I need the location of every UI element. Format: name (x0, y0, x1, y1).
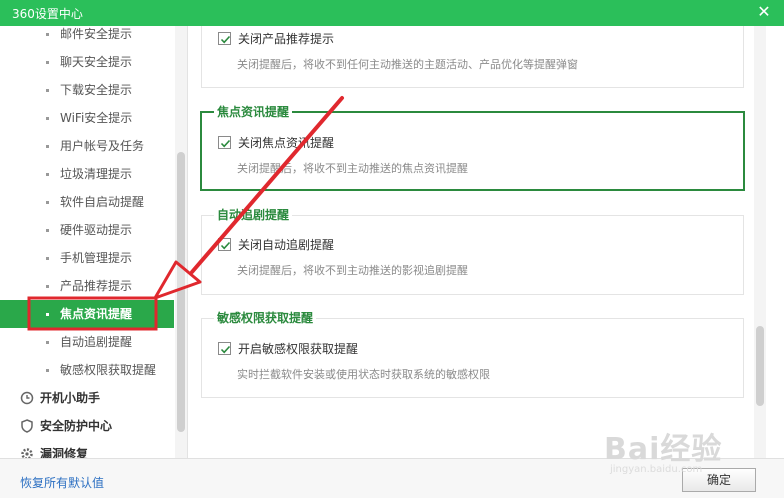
bullet-icon (46, 145, 49, 148)
sidebar-item-chat-safety[interactable]: 聊天安全提示 (0, 48, 174, 76)
check-icon (220, 35, 231, 44)
bullet-icon (46, 341, 49, 344)
sidebar: 邮件安全提示 聊天安全提示 下载安全提示 WiFi安全提示 用户帐号及任务 垃圾… (0, 26, 188, 458)
group-legend: 敏感权限获取提醒 (214, 310, 317, 326)
group-legend: 自动追剧提醒 (214, 207, 293, 223)
sidebar-item-mail-safety[interactable]: 邮件安全提示 (0, 26, 174, 48)
sidebar-item-autostart[interactable]: 软件自启动提醒 (0, 188, 174, 216)
close-icon[interactable]: ✕ (754, 2, 774, 22)
group-description: 关闭提醒后，将收不到主动推送的影视追剧提醒 (237, 264, 468, 277)
bullet-icon (46, 285, 49, 288)
group-description: 关闭提醒后，将收不到主动推送的焦点资讯提醒 (237, 162, 468, 175)
group-product-recommend: 关闭产品推荐提示 关闭提醒后，将收不到任何主动推送的主题活动、产品优化等提醒弹窗 (201, 26, 744, 88)
bullet-icon (46, 201, 49, 204)
shield-icon (21, 419, 33, 433)
sidebar-section-boot-assistant[interactable]: 开机小助手 (0, 384, 174, 412)
bullet-icon (46, 313, 49, 316)
check-icon (220, 139, 231, 148)
sidebar-section-security-center[interactable]: 安全防护中心 (0, 412, 174, 440)
bullet-icon (46, 173, 49, 176)
group-description: 实时拦截软件安装或使用状态时获取系统的敏感权限 (237, 368, 490, 381)
group-description: 关闭提醒后，将收不到任何主动推送的主题活动、产品优化等提醒弹窗 (237, 58, 578, 71)
settings-content: 关闭产品推荐提示 关闭提醒后，将收不到任何主动推送的主题活动、产品优化等提醒弹窗… (189, 26, 784, 458)
checkbox-box[interactable] (218, 238, 231, 251)
checkbox-box[interactable] (218, 136, 231, 149)
sidebar-item-phone-manage[interactable]: 手机管理提示 (0, 244, 174, 272)
title-bar: 360设置中心 ✕ (0, 0, 784, 26)
sidebar-item-sensitive-permission[interactable]: 敏感权限获取提醒 (0, 356, 174, 384)
watermark-brand: Bai经验 (604, 432, 723, 467)
bullet-icon (46, 229, 49, 232)
group-sensitive-permission: 敏感权限获取提醒 开启敏感权限获取提醒 实时拦截软件安装或使用状态时获取系统的敏… (201, 310, 744, 398)
content-scrollbar-thumb[interactable] (756, 326, 764, 406)
gear-icon (21, 448, 33, 458)
sidebar-item-auto-drama[interactable]: 自动追剧提醒 (0, 328, 174, 356)
sidebar-item-download-safety[interactable]: 下载安全提示 (0, 76, 174, 104)
bullet-icon (46, 89, 49, 92)
group-auto-drama: 自动追剧提醒 关闭自动追剧提醒 关闭提醒后，将收不到主动推送的影视追剧提醒 (201, 207, 744, 295)
sidebar-item-wifi-safety[interactable]: WiFi安全提示 (0, 104, 174, 132)
bullet-icon (46, 369, 49, 372)
sidebar-item-junk-clean[interactable]: 垃圾清理提示 (0, 160, 174, 188)
sidebar-section-vuln-repair[interactable]: 漏洞修复 (0, 440, 174, 458)
sidebar-item-product-recommend[interactable]: 产品推荐提示 (0, 272, 174, 300)
group-focus-news: 焦点资讯提醒 关闭焦点资讯提醒 关闭提醒后，将收不到主动推送的焦点资讯提醒 (200, 104, 745, 191)
clock-icon (20, 391, 34, 405)
bullet-icon (46, 117, 49, 120)
bullet-icon (46, 33, 49, 36)
window-title: 360设置中心 (12, 7, 83, 21)
sidebar-item-hardware-driver[interactable]: 硬件驱动提示 (0, 216, 174, 244)
bullet-icon (46, 61, 49, 64)
bullet-icon (46, 257, 49, 260)
sidebar-scrollbar-thumb[interactable] (177, 152, 185, 432)
restore-defaults-link[interactable]: 恢复所有默认值 (20, 474, 104, 491)
checkbox-box[interactable] (218, 32, 231, 45)
check-icon (220, 345, 231, 354)
sidebar-item-focus-news[interactable]: 焦点资讯提醒 (0, 300, 174, 328)
check-icon (220, 241, 231, 250)
sidebar-item-user-account[interactable]: 用户帐号及任务 (0, 132, 174, 160)
watermark-url: jingyan.baidu.com (610, 464, 703, 475)
group-legend: 焦点资讯提醒 (214, 104, 293, 120)
checkbox-box[interactable] (218, 342, 231, 355)
